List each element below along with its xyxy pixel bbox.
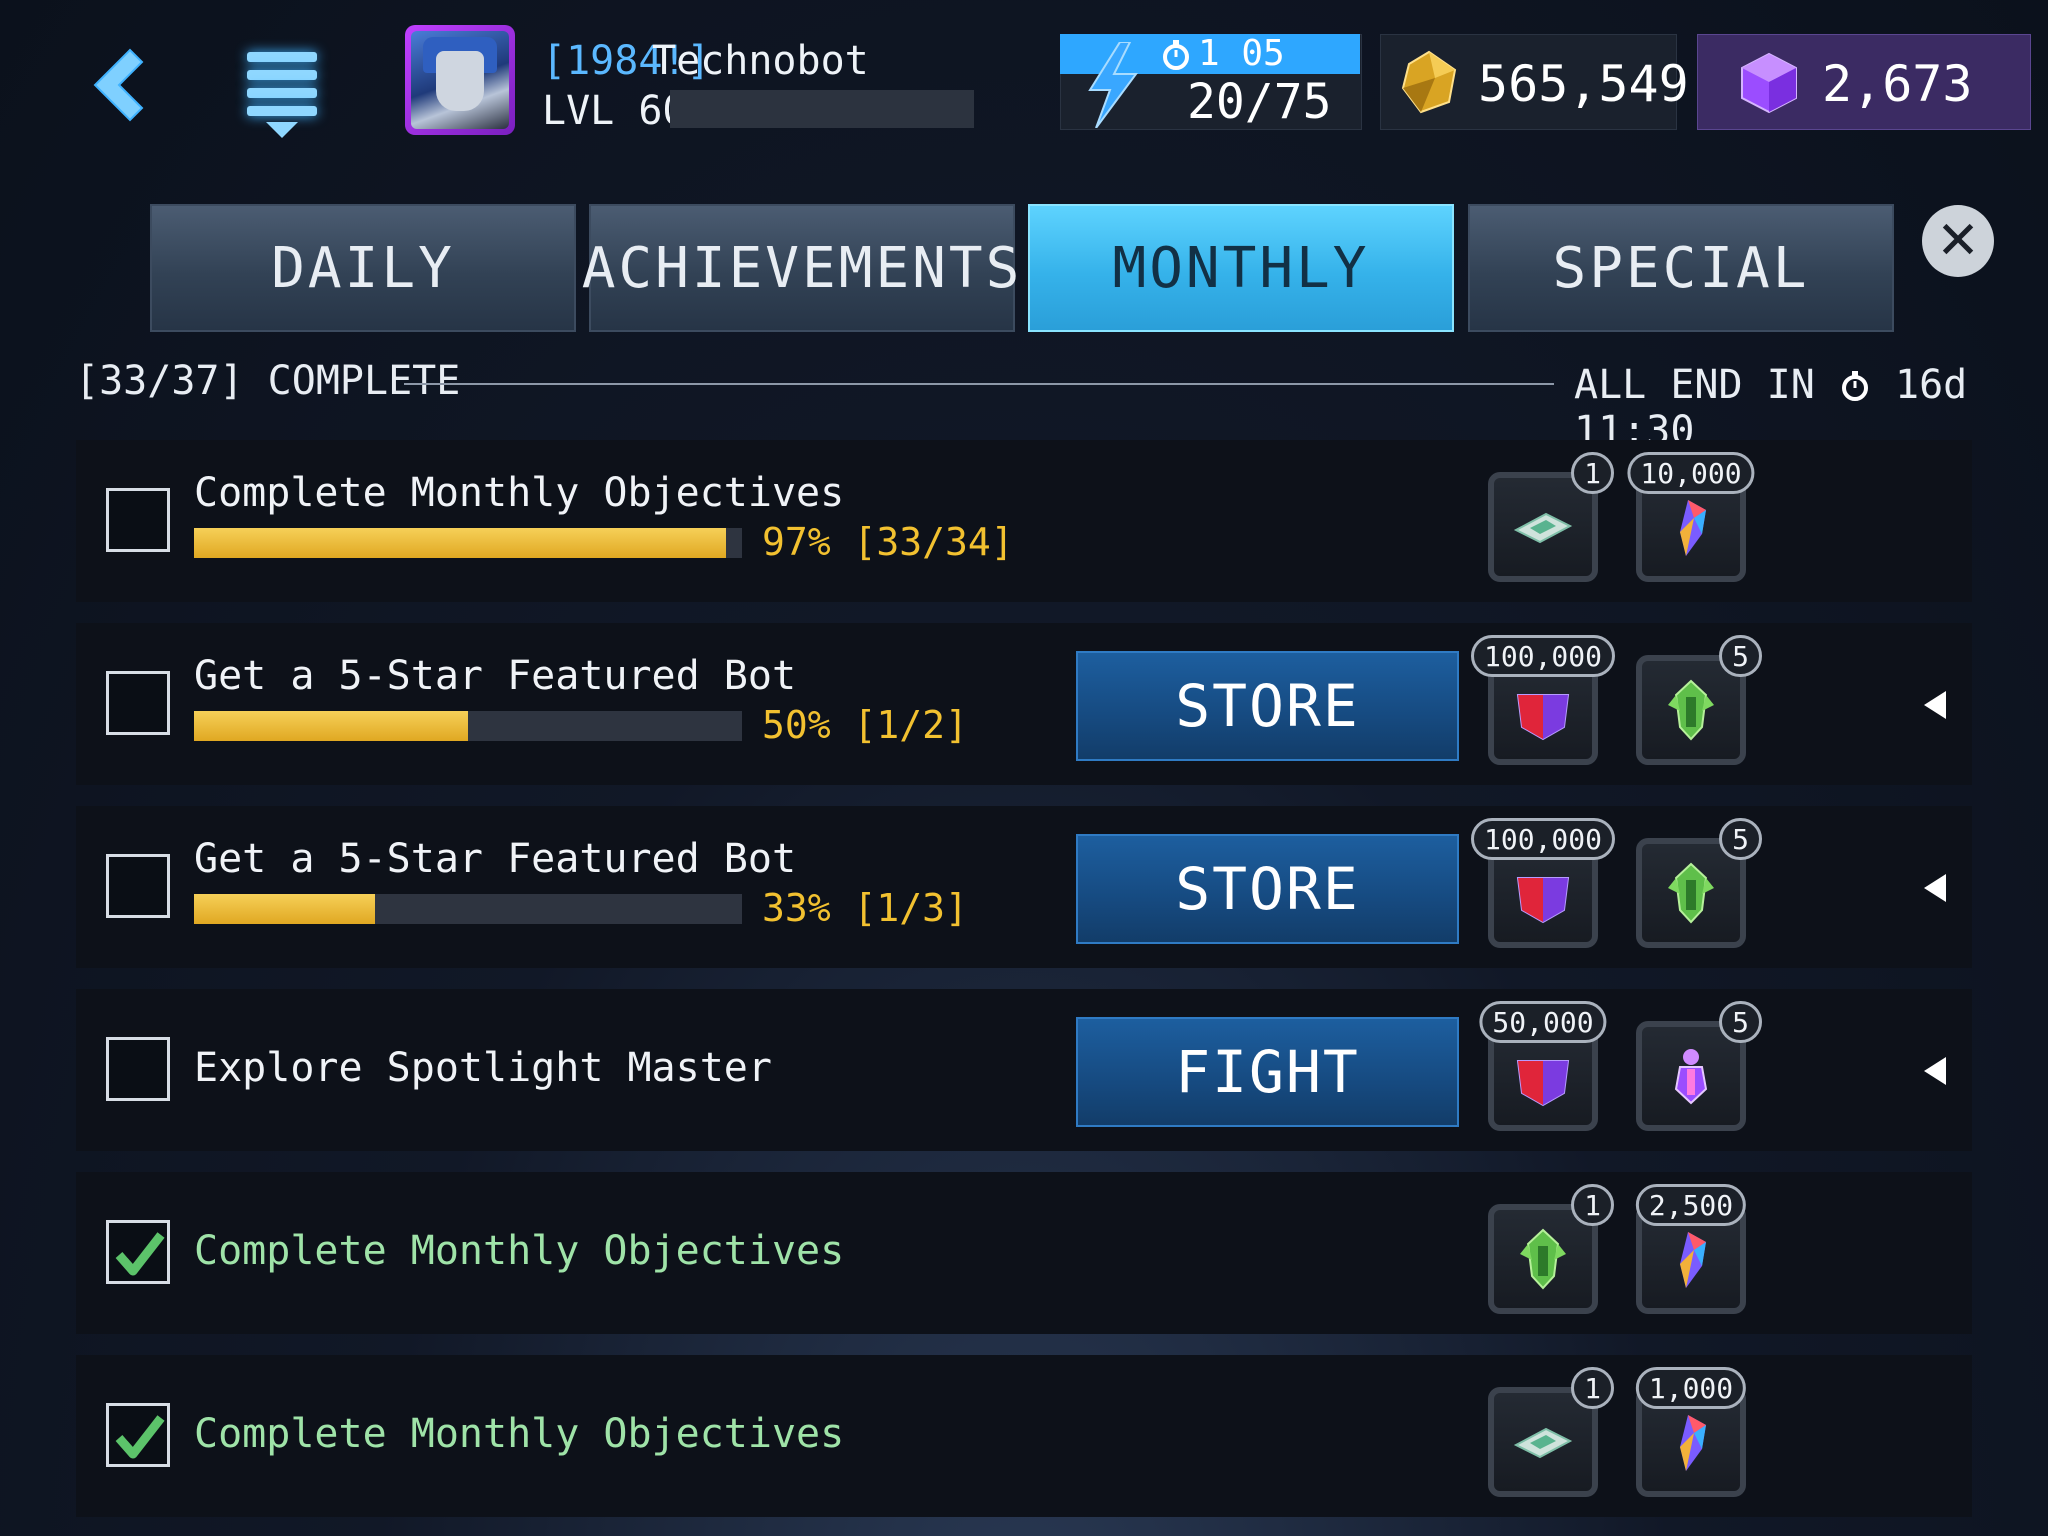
objective-title: Complete Monthly Objectives [194, 470, 845, 516]
objective-title: Complete Monthly Objectives [194, 1228, 845, 1274]
energy-timer: 1 05 [1198, 33, 1285, 74]
reward-item[interactable]: 2,500 [1635, 1184, 1747, 1314]
progress-bar [194, 711, 742, 741]
objective-title: Get a 5-Star Featured Bot [194, 653, 797, 699]
progress-fill [194, 894, 375, 924]
player-level: LVL 60 [542, 88, 687, 134]
tab-monthly[interactable]: MONTHLY [1028, 204, 1454, 332]
objective-row: Get a 5-Star Featured Bot 50% [1/2] STORE 1… [76, 623, 1972, 785]
reward-amount: 5 [1719, 818, 1762, 860]
objective-title: Explore Spotlight Master [194, 1045, 772, 1091]
objective-checkbox[interactable] [106, 1220, 170, 1284]
objective-title: Get a 5-Star Featured Bot [194, 836, 797, 882]
energy-value: 20/75 [1187, 74, 1332, 130]
xp-bar [670, 90, 974, 128]
objective-title: Complete Monthly Objectives [194, 1411, 845, 1457]
lightning-bolt-icon [1088, 42, 1138, 128]
gold-value: 565,549 [1478, 55, 1689, 113]
tab-special[interactable]: SPECIAL [1468, 204, 1894, 332]
progress-bar [194, 528, 742, 558]
objective-row: Complete Monthly Objectives 97% [33/34] 1 1… [76, 440, 1972, 602]
reward-item[interactable]: 5 [1636, 818, 1762, 948]
checkmark-icon [115, 1415, 165, 1459]
reward-amount: 100,000 [1470, 635, 1616, 677]
stopwatch-icon [1841, 371, 1868, 401]
close-icon: ✕ [1936, 211, 1980, 271]
progress-text: 97% [33/34] [762, 520, 1014, 564]
objective-row: Complete Monthly Objectives 1 1,000 [76, 1355, 1972, 1517]
reward-amount: 10,000 [1627, 452, 1755, 494]
progress-text: 33% [1/3] [762, 886, 968, 930]
reward-item[interactable]: 1 [1488, 1367, 1614, 1497]
player-name: Technobot [652, 38, 869, 84]
reward-item[interactable]: 1 [1488, 1184, 1614, 1314]
reward-item[interactable]: 5 [1636, 635, 1762, 765]
reward-item[interactable]: 1,000 [1635, 1367, 1747, 1497]
objective-checkbox[interactable] [106, 1037, 170, 1101]
reward-item[interactable]: 50,000 [1479, 1001, 1607, 1131]
progress-bar [194, 894, 742, 924]
stopwatch-icon [1163, 40, 1189, 70]
reward-amount: 1,000 [1635, 1367, 1747, 1409]
menu-icon [247, 52, 317, 62]
store-button[interactable]: STORE [1076, 651, 1459, 761]
gem-value: 2,673 [1822, 55, 1973, 113]
reward-amount: 2,500 [1635, 1184, 1747, 1226]
reward-item[interactable]: 10,000 [1627, 452, 1755, 582]
reward-item[interactable]: 100,000 [1470, 635, 1616, 765]
objective-row: Complete Monthly Objectives 1 2,500 [76, 1172, 1972, 1334]
checkmark-icon [115, 1232, 165, 1276]
chevron-down-icon [266, 122, 298, 138]
progress-fill [194, 528, 726, 558]
tab-daily[interactable]: DAILY [150, 204, 576, 332]
progress-fill [194, 711, 468, 741]
reward-amount: 1 [1571, 1184, 1614, 1226]
objective-checkbox[interactable] [106, 1403, 170, 1467]
purple-cube-icon [1741, 52, 1797, 114]
divider [404, 383, 1554, 385]
objective-checkbox[interactable] [106, 854, 170, 918]
fight-button[interactable]: FIGHT [1076, 1017, 1459, 1127]
objective-row: Explore Spotlight Master FIGHT 50,000 5 [76, 989, 1972, 1151]
reward-amount: 50,000 [1479, 1001, 1607, 1043]
reward-amount: 100,000 [1470, 818, 1616, 860]
reward-amount: 5 [1719, 635, 1762, 677]
reward-item[interactable]: 5 [1636, 1001, 1762, 1131]
avatar[interactable] [405, 25, 515, 135]
expand-arrow-icon[interactable] [1924, 874, 1946, 902]
expand-arrow-icon[interactable] [1924, 691, 1946, 719]
reward-item[interactable]: 100,000 [1470, 818, 1616, 948]
completion-summary: [33/37] COMPLETE [75, 358, 461, 404]
menu-button[interactable] [232, 40, 332, 140]
objective-checkbox[interactable] [106, 488, 170, 552]
reward-amount: 5 [1719, 1001, 1762, 1043]
tab-achievements[interactable]: ACHIEVEMENTS [582, 204, 1019, 332]
objective-checkbox[interactable] [106, 671, 170, 735]
progress-text: 50% [1/2] [762, 703, 968, 747]
expand-arrow-icon[interactable] [1924, 1057, 1946, 1085]
chevron-left-icon [93, 48, 144, 122]
close-button[interactable]: ✕ [1922, 205, 1994, 277]
reward-amount: 1 [1571, 452, 1614, 494]
reward-amount: 1 [1571, 1367, 1614, 1409]
end-label: ALL END IN [1574, 362, 1815, 408]
gold-crystal-icon [1401, 50, 1457, 114]
reward-item[interactable]: 1 [1488, 452, 1614, 582]
back-button[interactable] [60, 40, 170, 130]
store-button[interactable]: STORE [1076, 834, 1459, 944]
objective-row: Get a 5-Star Featured Bot 33% [1/3] STORE 1… [76, 806, 1972, 968]
